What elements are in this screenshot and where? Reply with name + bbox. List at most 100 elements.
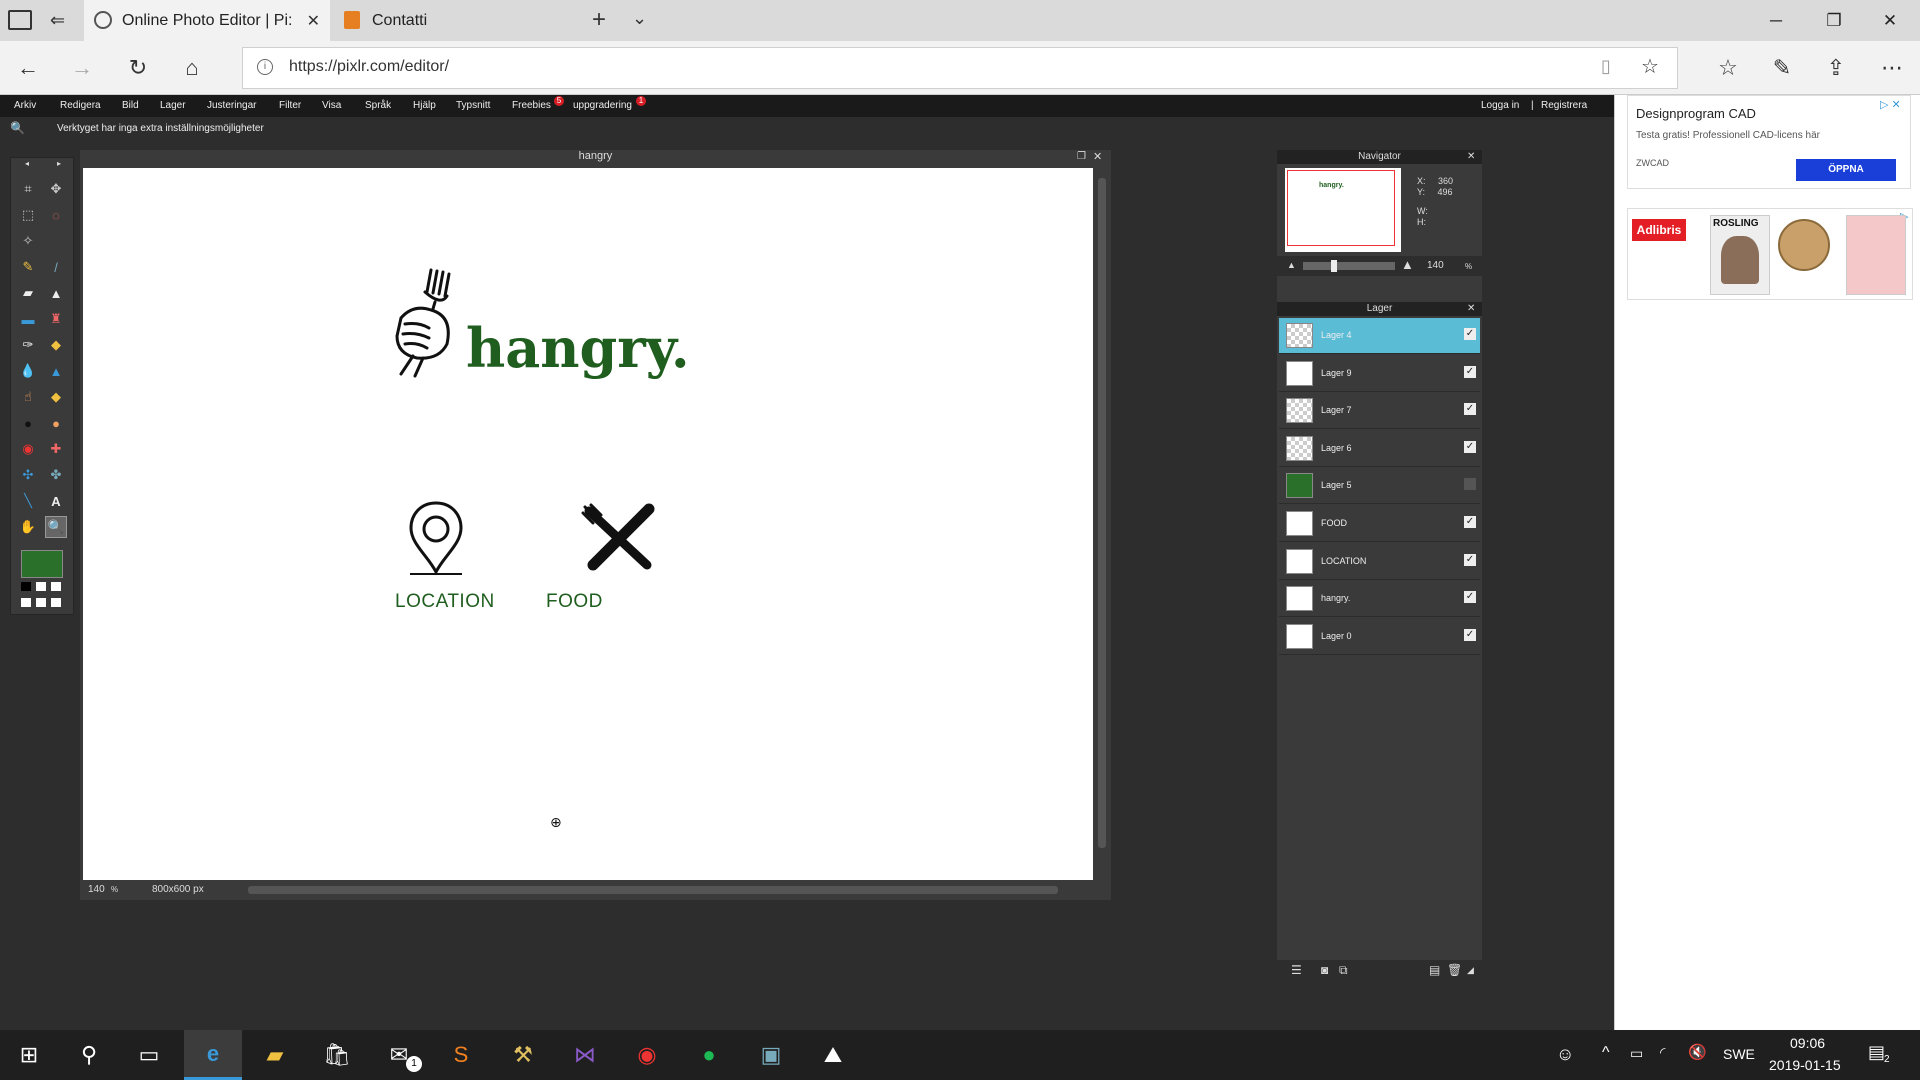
restore-icon[interactable]: ❐ xyxy=(1806,0,1862,41)
set-aside-tabs-icon[interactable]: ⇐ xyxy=(50,10,65,31)
task-view-icon[interactable]: ▭ xyxy=(120,1030,178,1080)
navigator-preview[interactable]: hangry. xyxy=(1285,168,1401,252)
forward-icon[interactable]: → xyxy=(62,49,102,87)
dodge-tool-icon[interactable]: ● xyxy=(45,412,67,434)
layer-visibility-checkbox[interactable]: ✓ xyxy=(1464,440,1476,453)
tab-contatti[interactable]: Contatti xyxy=(332,0,580,41)
vertical-scrollbar[interactable] xyxy=(1096,168,1108,880)
layer-row[interactable]: Lager 4 ✓ xyxy=(1279,318,1480,354)
stamp-tool-icon[interactable]: ♜ xyxy=(45,308,67,330)
tab-pixlr[interactable]: Online Photo Editor | Pi: ✕ xyxy=(84,0,330,41)
share-icon[interactable]: ⇪ xyxy=(1816,49,1856,87)
cad-ad-open-button[interactable]: ÖPPNA xyxy=(1796,159,1896,181)
tools-app-icon[interactable]: ⚒ xyxy=(494,1030,552,1080)
zoom-slider-handle[interactable] xyxy=(1331,260,1337,272)
clock-date[interactable]: 2019-01-15 xyxy=(1769,1057,1841,1073)
wifi-icon[interactable]: ◜ xyxy=(1660,1044,1665,1061)
image-canvas[interactable]: hangry. LOCATION FOOD ⊕ xyxy=(83,168,1093,880)
swatch-grid-icon[interactable] xyxy=(21,582,65,610)
burn-tool-icon[interactable]: ● xyxy=(17,412,39,434)
tab-list-chevron-icon[interactable]: ⌄ xyxy=(632,8,647,29)
edge-browser-icon[interactable]: e xyxy=(184,1030,242,1080)
layer-visibility-checkbox[interactable]: ✓ xyxy=(1464,365,1476,378)
sharpen-tool-icon[interactable]: ▲ xyxy=(45,360,67,382)
start-windows-icon[interactable]: ⊞ xyxy=(0,1030,58,1080)
menu-bild[interactable]: Bild xyxy=(122,100,139,111)
pinch-tool-icon[interactable]: ✤ xyxy=(45,464,67,486)
layer-styles-icon[interactable]: ⧉ xyxy=(1339,963,1348,978)
horizontal-scrollbar[interactable] xyxy=(248,886,1058,894)
chrome-icon[interactable]: ◉ xyxy=(618,1030,676,1080)
smudge-tool-icon[interactable]: ☝ xyxy=(17,386,39,408)
menu-visa[interactable]: Visa xyxy=(322,100,341,111)
color-replace-tool-icon[interactable]: ✑ xyxy=(17,334,39,356)
zoom-in-icon[interactable]: ▲ xyxy=(1401,257,1414,272)
primary-color-swatch[interactable] xyxy=(21,550,63,578)
maximize-doc-icon[interactable]: ❐ xyxy=(1077,151,1086,162)
people-icon[interactable]: ☺ xyxy=(1556,1044,1574,1065)
search-icon[interactable]: ⚲ xyxy=(60,1030,118,1080)
notes-pen-icon[interactable]: ✎ xyxy=(1762,49,1802,87)
zoom-value[interactable]: 140 xyxy=(88,884,105,895)
menu-uppgradering[interactable]: uppgradering xyxy=(573,100,632,111)
type-tool-icon[interactable]: A xyxy=(45,490,67,512)
layer-visibility-checkbox[interactable] xyxy=(1464,478,1476,491)
close-tab-icon[interactable]: ✕ xyxy=(307,11,320,31)
close-navigator-icon[interactable]: ✕ xyxy=(1467,151,1475,162)
zoom-tool-button-icon[interactable]: 🔍 xyxy=(45,516,67,538)
spotify-icon[interactable]: ● xyxy=(680,1030,738,1080)
menu-redigera[interactable]: Redigera xyxy=(60,100,101,111)
login-link[interactable]: Logga in xyxy=(1481,100,1519,111)
menu-justeringar[interactable]: Justeringar xyxy=(207,100,256,111)
drawing-tool-icon[interactable]: ◆ xyxy=(45,334,67,356)
delete-layer-icon[interactable]: 🗑 xyxy=(1447,963,1462,977)
layer-visibility-checkbox[interactable]: ✓ xyxy=(1464,328,1476,340)
toolbox-collapse-arrows[interactable]: ◂ ▸ xyxy=(25,159,61,168)
layer-mask-icon[interactable]: ◙ xyxy=(1321,963,1328,977)
menu-lager[interactable]: Lager xyxy=(160,100,186,111)
layer-visibility-checkbox[interactable]: ✓ xyxy=(1464,591,1476,604)
sponge-tool-icon[interactable]: ◆ xyxy=(45,386,67,408)
layer-row[interactable]: Lager 9 ✓ xyxy=(1279,356,1480,392)
layer-settings-icon[interactable]: ☰ xyxy=(1291,963,1302,977)
adlibris-ad[interactable]: ▷ Adlibris ROSLING xyxy=(1627,208,1913,300)
magic-wand-tool-icon[interactable]: ✧ xyxy=(17,230,39,252)
menu-typsnitt[interactable]: Typsnitt xyxy=(456,100,490,111)
layer-visibility-checkbox[interactable]: ✓ xyxy=(1464,553,1476,566)
layer-row[interactable]: hangry. ✓ xyxy=(1279,581,1480,618)
url-field[interactable]: i https://pixlr.com/editor/ ▯ ☆ xyxy=(242,47,1678,89)
favorite-star-icon[interactable]: ☆ xyxy=(1641,54,1659,79)
crop-tool-icon[interactable]: ⌗ xyxy=(17,178,39,200)
bloat-tool-icon[interactable]: ✣ xyxy=(17,464,39,486)
reading-view-icon[interactable]: ▯ xyxy=(1601,56,1611,77)
photos-icon[interactable]: ⛰ xyxy=(804,1030,862,1080)
bucket-tool-icon[interactable]: ▲ xyxy=(45,282,67,304)
layer-row[interactable]: FOOD ✓ xyxy=(1279,506,1480,542)
spot-heal-tool-icon[interactable]: ✚ xyxy=(45,438,67,460)
battery-icon[interactable]: ▭ xyxy=(1630,1045,1643,1062)
pencil-tool-icon[interactable]: ✎ xyxy=(17,256,39,278)
more-icon[interactable]: ⋯ xyxy=(1872,49,1912,87)
blur-tool-icon[interactable]: 💧 xyxy=(17,360,39,382)
layer-visibility-checkbox[interactable]: ✓ xyxy=(1464,516,1476,528)
marquee-tool-icon[interactable]: ⬚ xyxy=(17,204,39,226)
resize-grip-icon[interactable]: ◢ xyxy=(1467,965,1474,976)
layer-row[interactable]: LOCATION ✓ xyxy=(1279,544,1480,580)
lasso-tool-icon[interactable]: ◌ xyxy=(45,204,67,226)
tray-chevron-icon[interactable]: ^ xyxy=(1602,1044,1610,1062)
cad-ad[interactable]: ▷ ✕ Designprogram CAD Testa gratis! Prof… xyxy=(1627,95,1911,189)
menu-filter[interactable]: Filter xyxy=(279,100,301,111)
close-layers-icon[interactable]: ✕ xyxy=(1467,303,1475,314)
favorites-hub-icon[interactable]: ☆ xyxy=(1708,49,1748,87)
minimize-icon[interactable]: ─ xyxy=(1748,0,1804,41)
eyedropper-tool-icon[interactable]: ╲ xyxy=(17,490,39,512)
store-icon[interactable]: 🛍 xyxy=(308,1030,366,1080)
layer-row[interactable]: Lager 0 ✓ xyxy=(1279,619,1480,655)
language-indicator[interactable]: SWE xyxy=(1723,1046,1755,1062)
layer-visibility-checkbox[interactable]: ✓ xyxy=(1464,403,1476,416)
new-tab-icon[interactable]: + xyxy=(592,6,606,34)
red-eye-tool-icon[interactable]: ◉ xyxy=(17,438,39,460)
menu-arkiv[interactable]: Arkiv xyxy=(14,100,36,111)
zoom-slider[interactable] xyxy=(1303,260,1395,272)
layer-row[interactable]: Lager 5 xyxy=(1279,468,1480,505)
